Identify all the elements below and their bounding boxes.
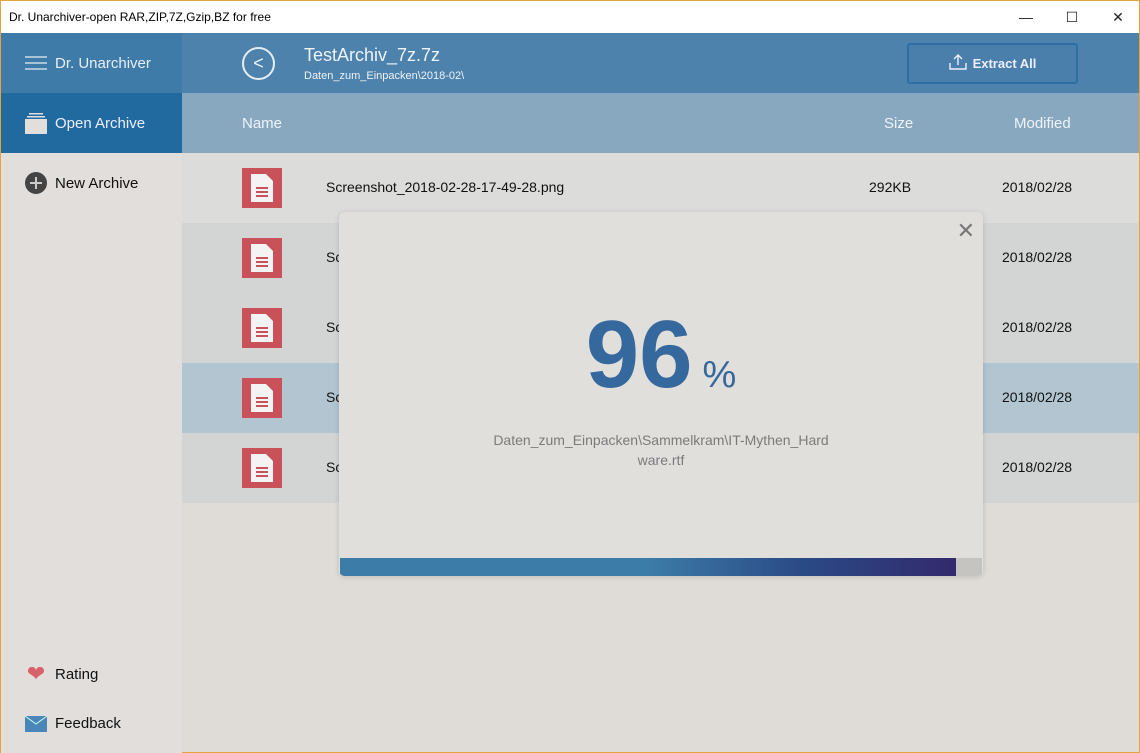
sidebar-item-new-archive[interactable]: New Archive bbox=[1, 153, 182, 213]
window-title: Dr. Unarchiver-open RAR,ZIP,7Z,Gzip,BZ f… bbox=[9, 10, 271, 24]
column-modified[interactable]: Modified bbox=[1014, 115, 1071, 132]
plus-circle-icon bbox=[25, 172, 47, 194]
file-modified: 2018/02/28 bbox=[1002, 389, 1073, 405]
progress-bar bbox=[340, 558, 982, 576]
menu-button[interactable]: Dr. Unarchiver bbox=[1, 33, 182, 93]
sidebar-item-rating[interactable]: ❤ Rating bbox=[25, 661, 99, 687]
column-size[interactable]: Size bbox=[884, 115, 913, 132]
column-headers: Name Size Modified bbox=[182, 93, 1139, 153]
progress-dialog: ✕ 96% Daten_zum_Einpacken\Sammelkram\IT-… bbox=[339, 212, 983, 576]
file-size: 292KB bbox=[869, 179, 912, 195]
document-icon bbox=[242, 308, 282, 348]
sidebar-item-label: New Archive bbox=[55, 174, 139, 192]
file-modified: 2018/02/28 bbox=[1002, 179, 1073, 195]
minimize-button[interactable]: — bbox=[1003, 1, 1049, 33]
sidebar: Dr. Unarchiver Open Archive New Archive bbox=[1, 33, 182, 753]
file-name: Screenshot_2018-02-28-17-49-28.png bbox=[326, 179, 565, 195]
sidebar-item-label: Open Archive bbox=[55, 114, 146, 132]
title-bar: Dr. Unarchiver-open RAR,ZIP,7Z,Gzip,BZ f… bbox=[1, 1, 1139, 33]
document-icon bbox=[242, 168, 282, 208]
chevron-left-icon: < bbox=[253, 53, 264, 73]
maximize-button[interactable]: ☐ bbox=[1049, 1, 1095, 33]
percent-sign: % bbox=[702, 354, 737, 396]
percent-value: 96 bbox=[585, 301, 693, 408]
document-icon bbox=[242, 238, 282, 278]
mail-icon bbox=[25, 715, 47, 732]
folder-icon bbox=[25, 112, 47, 134]
column-name[interactable]: Name bbox=[242, 115, 282, 132]
file-modified: 2018/02/28 bbox=[1002, 459, 1073, 475]
progress-fill bbox=[340, 558, 957, 576]
document-icon bbox=[242, 448, 282, 488]
sidebar-item-label: Feedback bbox=[55, 715, 121, 732]
sidebar-item-feedback[interactable]: Feedback bbox=[25, 715, 121, 732]
extract-all-label: Extract All bbox=[972, 56, 1037, 71]
progress-percent: 96% bbox=[339, 300, 983, 410]
header: < TestArchiv_7z.7z Daten_zum_Einpacken\2… bbox=[182, 33, 1139, 93]
archive-path: Daten_zum_Einpacken\2018-02\ bbox=[304, 70, 465, 82]
back-button[interactable]: < bbox=[242, 47, 275, 80]
extract-all-button[interactable]: Extract All bbox=[907, 43, 1078, 84]
file-modified: 2018/02/28 bbox=[1002, 249, 1073, 265]
document-icon bbox=[242, 378, 282, 418]
close-window-button[interactable]: ✕ bbox=[1095, 1, 1140, 33]
close-icon[interactable]: ✕ bbox=[957, 218, 975, 244]
sidebar-item-open-archive[interactable]: Open Archive bbox=[1, 93, 182, 153]
archive-title: TestArchiv_7z.7z bbox=[304, 45, 441, 65]
upload-icon bbox=[948, 54, 967, 73]
file-modified: 2018/02/28 bbox=[1002, 319, 1073, 335]
heart-icon: ❤ bbox=[26, 661, 46, 686]
current-file: Daten_zum_Einpacken\Sammelkram\IT-Mythen… bbox=[493, 432, 829, 468]
hamburger-icon bbox=[25, 55, 47, 71]
sidebar-item-label: Rating bbox=[55, 665, 99, 683]
app-name: Dr. Unarchiver bbox=[55, 54, 151, 72]
